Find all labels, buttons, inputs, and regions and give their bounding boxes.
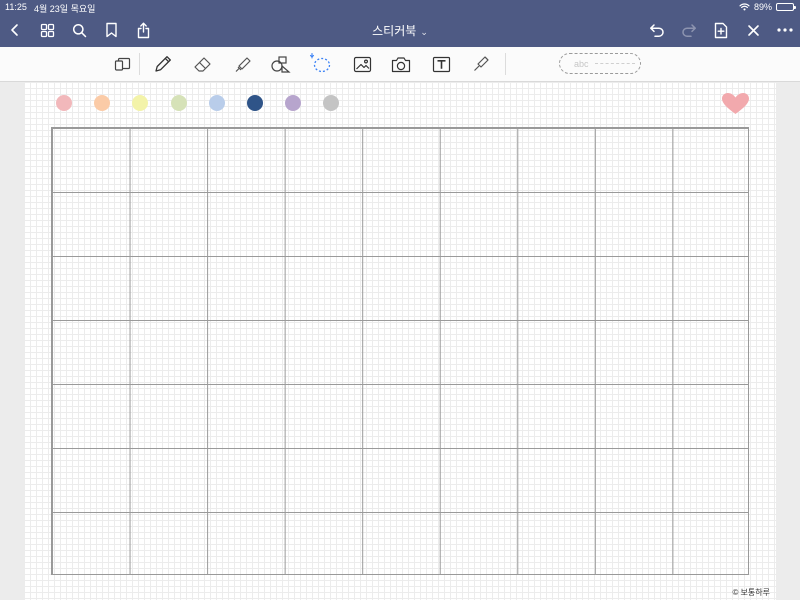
document-title[interactable]: 스티커북: [372, 24, 416, 38]
add-page-icon[interactable]: [710, 19, 732, 41]
status-date: 4월 23일 목요일: [34, 4, 96, 14]
close-icon[interactable]: [742, 19, 764, 41]
highlighter-icon[interactable]: [231, 52, 255, 76]
color-swatch[interactable]: [209, 95, 225, 111]
more-icon[interactable]: [774, 19, 796, 41]
search-icon[interactable]: [68, 19, 90, 41]
top-bar: 11:25 4월 23일 목요일 89% 스티커북 ⌄: [0, 0, 800, 47]
text-icon[interactable]: [429, 52, 453, 76]
heart-icon: [722, 93, 749, 114]
copyright-text: © 보통하루: [732, 588, 770, 597]
notebook-page[interactable]: © 보통하루: [24, 82, 776, 600]
pen-icon[interactable]: [151, 52, 175, 76]
color-swatch[interactable]: [323, 95, 339, 111]
eraser-icon[interactable]: [191, 52, 215, 76]
laser-pointer-icon[interactable]: [469, 52, 493, 76]
shapes-icon[interactable]: [269, 52, 293, 76]
color-swatch[interactable]: [56, 95, 72, 111]
drawing-toolbar: abc: [0, 47, 800, 82]
status-time: 11:25: [5, 2, 27, 12]
color-swatch[interactable]: [285, 95, 301, 111]
wifi-icon: [739, 3, 750, 11]
battery-icon: [776, 3, 796, 11]
handwriting-dash: [594, 63, 635, 64]
color-swatch[interactable]: [247, 95, 263, 111]
color-swatch[interactable]: [171, 95, 187, 111]
toolbar-divider: [139, 53, 140, 75]
grid-view-icon[interactable]: [36, 19, 58, 41]
lasso-icon[interactable]: [309, 52, 333, 76]
camera-icon[interactable]: [389, 52, 413, 76]
battery-percent: 89%: [753, 2, 772, 12]
back-icon[interactable]: [4, 19, 26, 41]
color-swatch[interactable]: [132, 95, 148, 111]
page-layout-icon[interactable]: [110, 52, 134, 76]
toolbar-divider: [505, 53, 506, 75]
status-right: 89%: [739, 2, 796, 12]
bookmark-icon[interactable]: [100, 19, 122, 41]
color-swatch[interactable]: [94, 95, 110, 111]
planner-grid[interactable]: [51, 127, 749, 575]
undo-icon[interactable]: [646, 19, 668, 41]
chevron-down-icon[interactable]: ⌄: [420, 27, 428, 37]
share-icon[interactable]: [132, 19, 154, 41]
handwriting-placeholder: abc: [574, 58, 589, 69]
handwriting-input-pill[interactable]: abc: [559, 53, 641, 74]
redo-icon[interactable]: [678, 19, 700, 41]
image-icon[interactable]: [350, 52, 374, 76]
